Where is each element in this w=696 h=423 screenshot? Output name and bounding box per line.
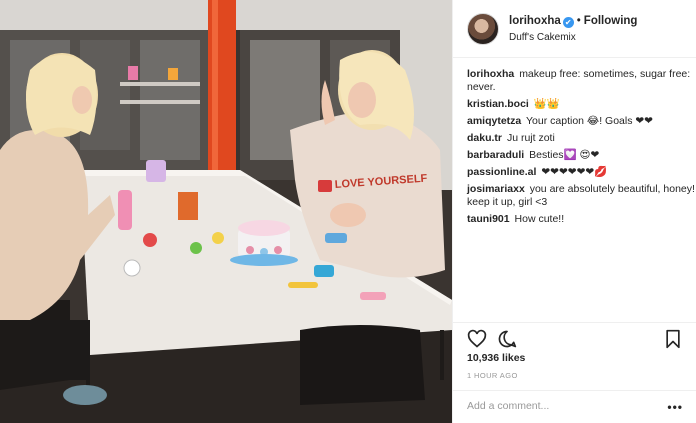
comment-bubble-icon[interactable] [497, 329, 517, 349]
comment-username[interactable]: lorihoxha [467, 68, 514, 80]
post-timestamp[interactable]: 1 HOUR AGO [467, 371, 518, 380]
separator-dot: • [576, 15, 581, 27]
verified-badge-icon: ✔ [562, 17, 574, 28]
avatar[interactable] [467, 13, 499, 45]
comment-username[interactable]: passionline.al [467, 166, 536, 178]
comment-username[interactable]: barbaraduli [467, 149, 524, 161]
comment-item: josimariaxx you are absolutely beautiful… [467, 183, 695, 209]
comment-username[interactable]: kristian.boci [467, 98, 529, 110]
comment-username[interactable]: tauni901 [467, 213, 510, 225]
post-header: lorihoxha ✔ • Following Duff's Cakemix [453, 0, 696, 58]
instagram-post: LOVE YOURSELF lorihoxha ✔ • Following Du… [0, 0, 696, 423]
add-comment-bar: ••• [453, 390, 696, 423]
action-bar [453, 322, 696, 352]
comment-username[interactable]: amiqytetza [467, 115, 521, 127]
comment-item: lorihoxha makeup free: sometimes, sugar … [467, 68, 695, 94]
bookmark-icon[interactable] [663, 329, 683, 349]
post-sidebar: lorihoxha ✔ • Following Duff's Cakemix lori… [452, 0, 696, 423]
comment-username[interactable]: daku.tr [467, 132, 502, 144]
username-link[interactable]: lorihoxha [509, 15, 561, 27]
comment-item: amiqytetza Your caption 😂! Goals ❤❤ [467, 115, 695, 128]
comment-text: How cute!! [514, 213, 565, 225]
comment-username[interactable]: josimariaxx [467, 183, 525, 195]
comment-item: barbaraduli Besties💟 😍❤ [467, 149, 695, 162]
comment-text: ❤❤❤❤❤❤💋 [541, 166, 608, 178]
comments-list: lorihoxha makeup free: sometimes, sugar … [467, 68, 695, 230]
location-link[interactable]: Duff's Cakemix [509, 32, 576, 43]
comment-text: Ju rujt zoti [506, 132, 555, 144]
post-photo[interactable]: LOVE YOURSELF [0, 0, 452, 423]
comment-item: kristian.boci 👑👑 [467, 98, 695, 111]
photo-illustration: LOVE YOURSELF [0, 0, 452, 423]
add-comment-input[interactable] [467, 400, 657, 412]
heart-icon[interactable] [467, 329, 487, 349]
following-button[interactable]: Following [584, 15, 638, 27]
more-options-icon[interactable]: ••• [667, 401, 683, 413]
comment-item: passionline.al ❤❤❤❤❤❤💋 [467, 166, 695, 179]
comment-item: tauni901 How cute!! [467, 213, 695, 226]
likes-count[interactable]: 10,936 likes [467, 352, 525, 364]
user-line: lorihoxha ✔ • Following [509, 15, 637, 28]
comment-text: Besties💟 😍❤ [529, 149, 600, 161]
comment-item: daku.tr Ju rujt zoti [467, 132, 695, 145]
comment-text: 👑👑 [533, 98, 560, 110]
comment-text: Your caption 😂! Goals ❤❤ [526, 115, 653, 127]
